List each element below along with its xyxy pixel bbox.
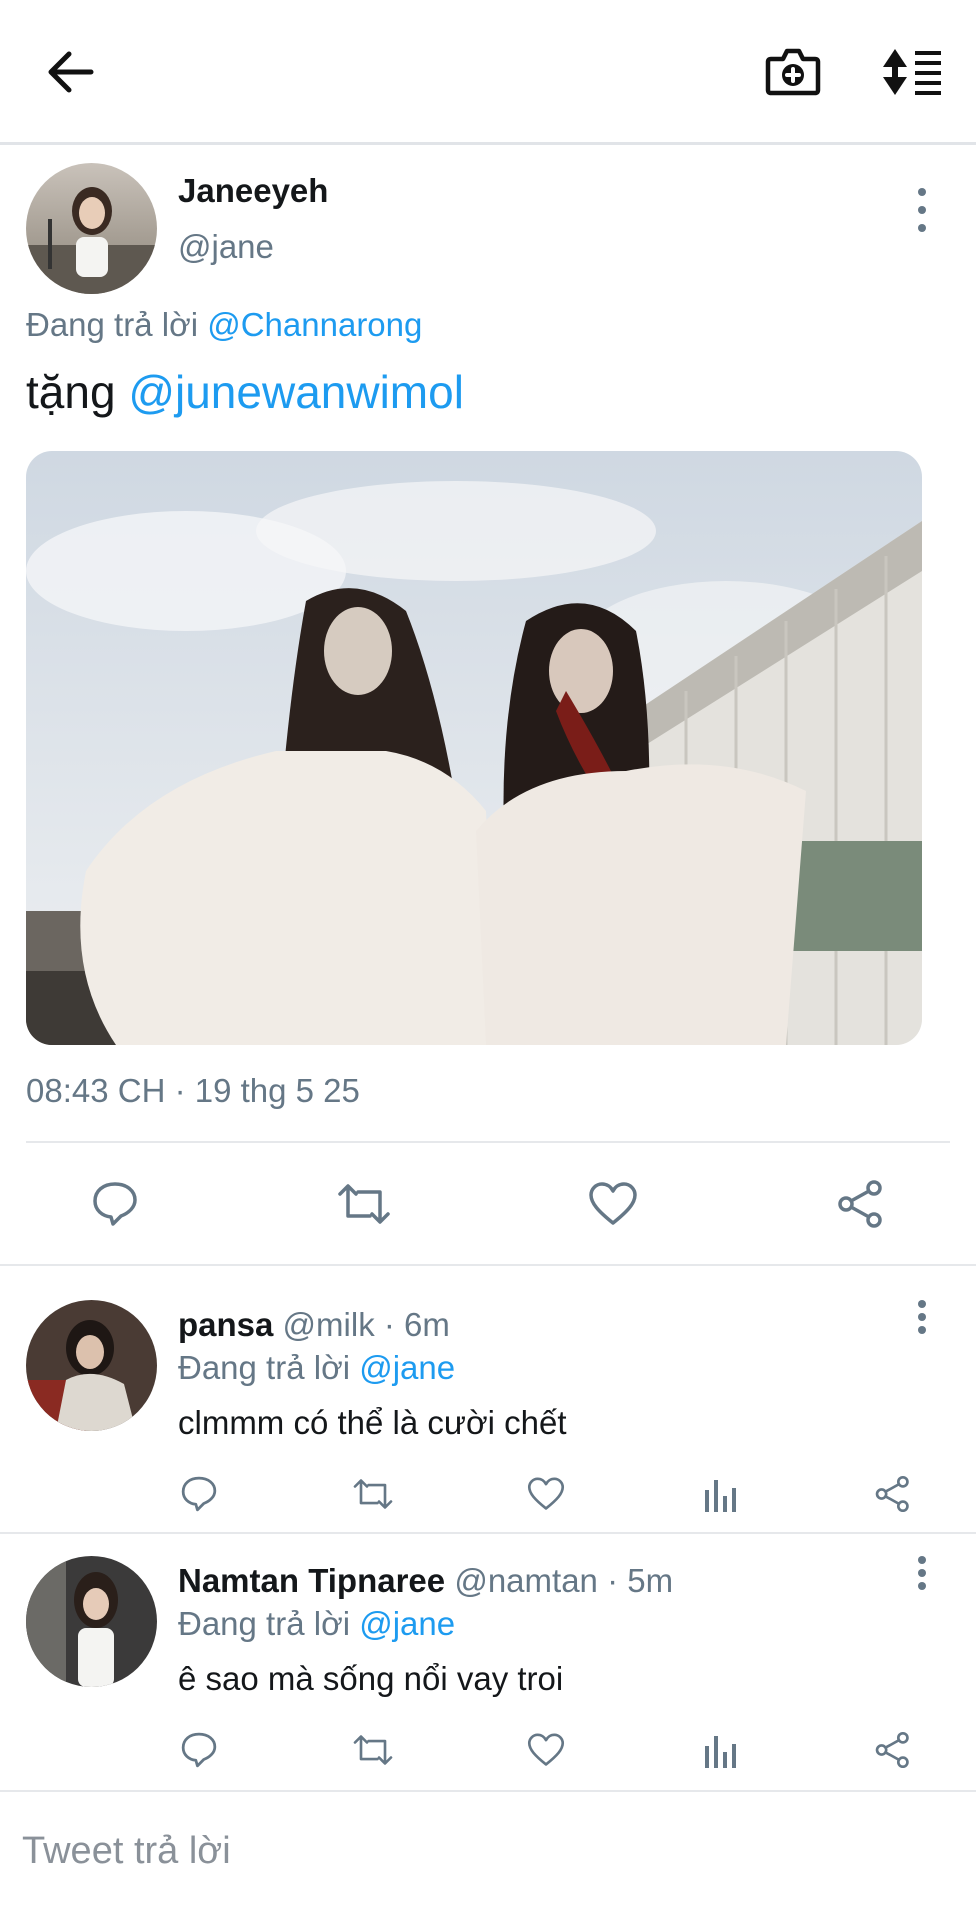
reply-text: clmmm có thể là cười chết xyxy=(178,1404,567,1441)
replying-mention-link[interactable]: @jane xyxy=(359,1349,455,1386)
analytics-icon[interactable] xyxy=(697,1728,743,1772)
author-name[interactable]: Janeeyeh xyxy=(178,172,328,210)
reply-meta: @namtan · 5m xyxy=(454,1562,674,1599)
compose-bar xyxy=(0,1790,976,1922)
tweet-timestamp: 08:43 CH · 19 thg 5 25 xyxy=(26,1072,360,1109)
reply-author-name[interactable]: Namtan Tipnaree xyxy=(178,1562,445,1599)
retweet-icon[interactable] xyxy=(350,1472,396,1516)
divider xyxy=(26,1141,950,1143)
retweet-icon[interactable] xyxy=(350,1728,396,1772)
replying-mention-link[interactable]: @jane xyxy=(359,1605,455,1642)
share-icon[interactable] xyxy=(870,1472,916,1516)
replying-to: Đang trả lời @jane xyxy=(178,1605,455,1643)
replying-prefix: Đang trả lời xyxy=(178,1349,351,1386)
divider xyxy=(0,1264,976,1266)
tweet-text-prefix: tặng xyxy=(26,366,116,418)
reply-header: pansa @milk · 6m xyxy=(178,1306,450,1344)
share-icon[interactable] xyxy=(830,1176,892,1232)
replying-to: Đang trả lời @jane xyxy=(178,1349,455,1387)
author-handle[interactable]: @jane xyxy=(178,228,274,266)
reply-icon[interactable] xyxy=(176,1728,222,1772)
more-options-icon[interactable] xyxy=(910,1300,934,1334)
replying-to: Đang trả lời @Channarong xyxy=(26,306,422,344)
replying-mention-link[interactable]: @Channarong xyxy=(207,306,422,343)
avatar[interactable] xyxy=(26,163,157,294)
avatar[interactable] xyxy=(26,1300,157,1431)
reply-author-name[interactable]: pansa xyxy=(178,1306,273,1343)
reply-icon[interactable] xyxy=(84,1176,146,1232)
retweet-icon[interactable] xyxy=(333,1176,395,1232)
share-icon[interactable] xyxy=(870,1728,916,1772)
camera-add-icon[interactable] xyxy=(758,38,828,104)
tweet-photo[interactable] xyxy=(26,451,922,1045)
top-bar xyxy=(0,0,976,145)
reply-text: ê sao mà sống nổi vay troi xyxy=(178,1660,564,1697)
more-options-icon[interactable] xyxy=(910,1556,934,1590)
tweet-text: tặng @junewanwimol xyxy=(26,365,464,419)
more-options-icon[interactable] xyxy=(910,188,934,232)
sort-list-icon[interactable] xyxy=(878,42,948,102)
reply-header: Namtan Tipnaree @namtan · 5m xyxy=(178,1562,673,1600)
reply-meta: @milk · 6m xyxy=(282,1306,450,1343)
reply-input[interactable] xyxy=(20,1822,924,1880)
replying-prefix: Đang trả lời xyxy=(26,306,199,343)
like-icon[interactable] xyxy=(582,1176,644,1232)
back-arrow-icon[interactable] xyxy=(36,42,106,102)
reply-icon[interactable] xyxy=(176,1472,222,1516)
replying-prefix: Đang trả lời xyxy=(178,1605,351,1642)
analytics-icon[interactable] xyxy=(697,1472,743,1516)
like-icon[interactable] xyxy=(523,1728,569,1772)
avatar[interactable] xyxy=(26,1556,157,1687)
like-icon[interactable] xyxy=(523,1472,569,1516)
tweet-mention-link[interactable]: @junewanwimol xyxy=(128,366,464,418)
divider xyxy=(0,1532,976,1534)
